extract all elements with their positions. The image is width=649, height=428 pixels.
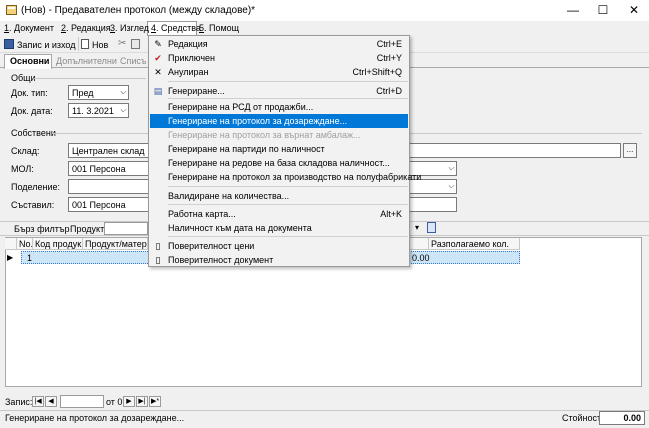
chevron-down-icon: ⌵: [447, 181, 454, 190]
menu-item-generate-packaging-protocol: Генериране на протокол за върнат амбалаж…: [168, 130, 361, 140]
chevron-down-icon: ⌵: [119, 87, 126, 96]
column-header-no[interactable]: No.: [17, 238, 33, 250]
menu-separator: [168, 236, 408, 237]
mol-label: МОЛ:: [11, 164, 34, 174]
column-header-code[interactable]: Код продук...: [33, 238, 83, 250]
menu-item-validate-quantities[interactable]: Валидиране на количества...: [150, 189, 408, 203]
doc-type-select[interactable]: Пред ⌵: [68, 85, 129, 100]
cross-icon: ✕: [154, 67, 162, 77]
doc-date-label: Док. дата:: [11, 106, 53, 116]
quick-filter-label: Бърз филтър: [14, 224, 70, 234]
tab-main[interactable]: Основни: [10, 56, 49, 66]
new-button[interactable]: Нов: [92, 40, 108, 50]
value-label: Стойност:: [562, 413, 604, 423]
save-exit-button[interactable]: Запис и изход: [17, 40, 75, 50]
chevron-down-icon: ⌵: [119, 105, 126, 114]
menu-item-generate-refill-protocol[interactable]: Генериране на протокол за дозареждане...: [150, 114, 408, 128]
menu-item-generate-production-protocol[interactable]: Генериране на протокол за производство н…: [150, 170, 421, 184]
menu-item-work-card[interactable]: Работна карта... Alt+K: [150, 207, 408, 221]
warehouse-browse-button[interactable]: ...: [623, 143, 637, 158]
menu-item-generate-rsd[interactable]: Генериране на РСД от продажби...: [150, 100, 408, 114]
prev-record-button[interactable]: ◀: [45, 396, 57, 407]
tab-lists[interactable]: Списъ: [120, 56, 147, 66]
page-icon: ▯: [155, 241, 161, 251]
minimize-button[interactable]: —: [558, 0, 588, 21]
row-available-cell: 0.00: [412, 253, 430, 263]
record-number-input[interactable]: [60, 395, 104, 408]
chevron-down-icon[interactable]: ▾: [415, 223, 419, 232]
row-pointer-icon: ▶: [7, 253, 14, 262]
menu-separator: [168, 204, 408, 205]
column-header-product[interactable]: Продукт/материа: [83, 238, 148, 250]
first-record-button[interactable]: |◀: [32, 396, 44, 407]
next-record-button[interactable]: ▶: [123, 396, 135, 407]
toolbar-separator: [78, 37, 79, 51]
menu-separator: [168, 81, 408, 82]
menu-document[interactable]: 1. Документ: [4, 23, 54, 33]
doc-type-label: Док. тип:: [11, 88, 48, 98]
maximize-button[interactable]: ☐: [588, 0, 618, 21]
cut-icon[interactable]: ✂: [118, 38, 126, 49]
general-divider: [34, 78, 146, 79]
edit-icon: ✎: [154, 39, 162, 49]
menu-help[interactable]: 5. Помощ: [199, 23, 239, 33]
record-count: от 0: [106, 397, 123, 407]
product-filter-label: Продукт:: [70, 224, 107, 234]
last-record-button[interactable]: ▶|: [136, 396, 148, 407]
menu-tools[interactable]: 4. Средства: [151, 23, 201, 33]
page-icon: ▯: [155, 255, 161, 265]
chevron-down-icon: ⌵: [447, 163, 454, 172]
menu-item-generate-rows-stock[interactable]: Генериране на редове на база складова на…: [150, 156, 408, 170]
menu-item-stock-at-date[interactable]: Наличност към дата на документа: [150, 221, 408, 235]
column-header-available[interactable]: Разполагаемо кол.: [429, 238, 520, 250]
tab-extra[interactable]: Допълнителни: [56, 56, 117, 66]
filter-options-icon[interactable]: [427, 222, 436, 233]
save-icon: [4, 39, 14, 49]
checkmark-icon: ✔: [154, 53, 162, 63]
own-header: Собствени: [11, 128, 56, 138]
value-field: 0.00: [599, 411, 645, 425]
column-header-misc: [410, 238, 429, 250]
copy-icon[interactable]: [131, 39, 140, 49]
menu-item-generate-batches[interactable]: Генериране на партиди по наличност: [150, 142, 408, 156]
generate-icon: ▤: [153, 86, 163, 96]
row-no-cell: 1: [27, 253, 33, 263]
menu-item-price-confidentiality[interactable]: ▯ Поверителност цени: [150, 239, 408, 253]
division-label: Поделение:: [11, 182, 60, 192]
general-header: Общи: [11, 73, 36, 83]
menu-item-edit[interactable]: ✎ Редакция Ctrl+E: [150, 37, 408, 51]
menu-item-closed[interactable]: ✔ Приключен Ctrl+Y: [150, 51, 408, 65]
status-text: Генериране на протокол за дозареждане...: [5, 413, 185, 423]
window-title: (Нов) - Предавателен протокол (между скл…: [21, 5, 256, 16]
menu-view[interactable]: 3. Изглед: [110, 23, 149, 33]
menu-separator: [168, 186, 408, 187]
author-label: Съставил:: [11, 200, 55, 210]
new-document-icon: [81, 39, 89, 49]
app-icon: [6, 5, 17, 15]
warehouse-label: Склад:: [11, 146, 40, 156]
menu-edit[interactable]: 2. Редакция: [61, 23, 111, 33]
record-label: Запис:: [5, 397, 33, 407]
product-filter-input[interactable]: [104, 222, 148, 235]
grid-corner: [5, 238, 17, 250]
menu-item-cancelled[interactable]: ✕ Анулиран Ctrl+Shift+Q: [150, 65, 408, 79]
menu-item-document-confidentiality[interactable]: ▯ Поверителност документ: [150, 253, 408, 267]
close-button[interactable]: ✕: [619, 0, 649, 21]
menu-separator: [168, 98, 408, 99]
new-record-button[interactable]: ▶*: [149, 396, 161, 407]
doc-date-field[interactable]: 11. 3.2021 ⌵: [68, 103, 129, 118]
menu-item-generate[interactable]: ▤ Генериране... Ctrl+D: [150, 84, 408, 98]
